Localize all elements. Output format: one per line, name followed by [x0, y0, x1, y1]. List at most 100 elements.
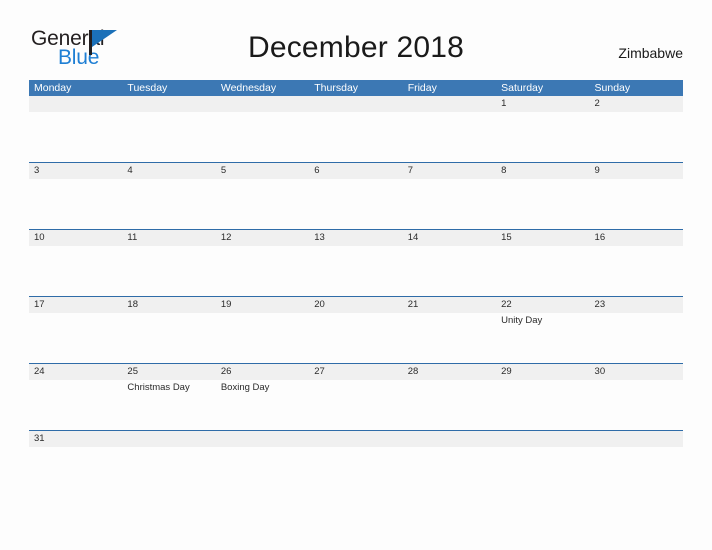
- holiday-label: Christmas Day: [127, 382, 190, 393]
- day-cell[interactable]: [122, 246, 215, 296]
- holiday-label: Boxing Day: [220, 382, 270, 393]
- day-cell: [309, 112, 402, 162]
- day-cell: [29, 112, 122, 162]
- day-cell[interactable]: [29, 447, 122, 459]
- week-date-strip: 10 11 12 13 14 15 16: [29, 230, 683, 246]
- day-cell: [309, 447, 402, 459]
- day-number-empty: [496, 431, 589, 447]
- day-cell[interactable]: [496, 246, 589, 296]
- day-cell: [122, 447, 215, 459]
- day-cell[interactable]: [496, 179, 589, 229]
- week-event-strip: [29, 112, 683, 162]
- calendar-week-row: 24 25 26 27 28 29 30 Christmas Day Boxing Day: [29, 363, 683, 430]
- page-header: General Blue December 2018 Zimbabwe: [0, 0, 712, 78]
- week-date-strip: 12: [29, 96, 683, 112]
- day-number[interactable]: 13: [309, 230, 402, 246]
- day-cell[interactable]: [29, 313, 122, 363]
- day-cell[interactable]: [590, 179, 683, 229]
- day-number[interactable]: 4: [122, 163, 215, 179]
- day-number-empty: [403, 431, 496, 447]
- week-date-strip: 3456789: [29, 163, 683, 179]
- day-cell[interactable]: Unity Day: [496, 313, 589, 363]
- calendar-week-row: 10 11 12 13 14 15 16: [29, 229, 683, 296]
- day-number-empty: [216, 431, 309, 447]
- day-cell[interactable]: [309, 313, 402, 363]
- day-cell[interactable]: Boxing Day: [216, 380, 309, 430]
- day-number[interactable]: 25: [122, 364, 215, 380]
- day-number[interactable]: 10: [29, 230, 122, 246]
- day-cell[interactable]: [216, 246, 309, 296]
- day-number[interactable]: 6: [309, 163, 402, 179]
- calendar-grid: Monday Tuesday Wednesday Thursday Friday Satu…: [29, 80, 683, 459]
- day-cell[interactable]: Christmas Day: [122, 380, 215, 430]
- day-cell[interactable]: [403, 179, 496, 229]
- day-cell[interactable]: [496, 380, 589, 430]
- day-number[interactable]: 9: [590, 163, 683, 179]
- day-number-empty: [309, 96, 402, 112]
- page-title: December 2018: [247, 31, 465, 64]
- day-cell[interactable]: [122, 179, 215, 229]
- day-number[interactable]: 30: [590, 364, 683, 380]
- week-event-strip: [29, 179, 683, 229]
- day-cell[interactable]: [216, 179, 309, 229]
- day-number[interactable]: 27: [309, 364, 402, 380]
- day-number[interactable]: 1: [496, 96, 589, 112]
- day-cell[interactable]: [216, 313, 309, 363]
- day-number[interactable]: 5: [216, 163, 309, 179]
- day-number[interactable]: 7: [403, 163, 496, 179]
- day-number[interactable]: 16: [590, 230, 683, 246]
- day-cell[interactable]: [309, 246, 402, 296]
- day-number[interactable]: 14: [403, 230, 496, 246]
- day-number[interactable]: 19: [216, 297, 309, 313]
- calendar-page: General Blue December 2018 Zimbabwe Mond…: [0, 0, 712, 550]
- day-number[interactable]: 17: [29, 297, 122, 313]
- day-number[interactable]: 31: [29, 431, 122, 447]
- day-number-empty: [590, 431, 683, 447]
- day-number[interactable]: 21: [403, 297, 496, 313]
- day-cell: [122, 112, 215, 162]
- day-cell: [216, 112, 309, 162]
- day-cell[interactable]: [590, 246, 683, 296]
- day-cell[interactable]: [29, 246, 122, 296]
- day-cell: [496, 447, 589, 459]
- day-cell[interactable]: [122, 313, 215, 363]
- day-header-monday: Monday: [34, 82, 72, 94]
- week-date-strip: 24 25 26 27 28 29 30: [29, 364, 683, 380]
- day-of-week-header: Monday Tuesday Wednesday Thursday Friday Satu…: [29, 80, 683, 96]
- day-number[interactable]: 23: [590, 297, 683, 313]
- day-cell[interactable]: [496, 112, 589, 162]
- country-label: Zimbabwe: [618, 45, 683, 61]
- holiday-label: Unity Day: [501, 315, 543, 326]
- day-number[interactable]: 22: [496, 297, 589, 313]
- day-number[interactable]: 26: [216, 364, 309, 380]
- day-cell[interactable]: [309, 179, 402, 229]
- day-cell[interactable]: [590, 112, 683, 162]
- day-cell[interactable]: [309, 380, 402, 430]
- day-number[interactable]: 18: [122, 297, 215, 313]
- day-cell[interactable]: [590, 380, 683, 430]
- day-number-empty: [403, 96, 496, 112]
- day-number[interactable]: 28: [403, 364, 496, 380]
- week-event-strip: [29, 246, 683, 296]
- day-header-wednesday: Wednesday: [220, 82, 277, 94]
- day-cell[interactable]: [403, 313, 496, 363]
- day-number[interactable]: 2: [590, 96, 683, 112]
- day-cell[interactable]: [403, 380, 496, 430]
- day-number[interactable]: 11: [122, 230, 215, 246]
- day-cell[interactable]: [590, 313, 683, 363]
- day-number[interactable]: 29: [496, 364, 589, 380]
- day-header-saturday: Saturday: [501, 82, 544, 94]
- day-number[interactable]: 24: [29, 364, 122, 380]
- day-cell[interactable]: [29, 380, 122, 430]
- day-number[interactable]: 20: [309, 297, 402, 313]
- day-number[interactable]: 8: [496, 163, 589, 179]
- week-date-strip: 31: [29, 431, 683, 447]
- day-number[interactable]: 12: [216, 230, 309, 246]
- calendar-week-row: 3456789: [29, 162, 683, 229]
- day-cell[interactable]: [29, 179, 122, 229]
- day-number[interactable]: 15: [496, 230, 589, 246]
- day-header-sunday: Sunday: [594, 82, 631, 94]
- day-number[interactable]: 3: [29, 163, 122, 179]
- day-cell: [216, 447, 309, 459]
- day-cell[interactable]: [403, 246, 496, 296]
